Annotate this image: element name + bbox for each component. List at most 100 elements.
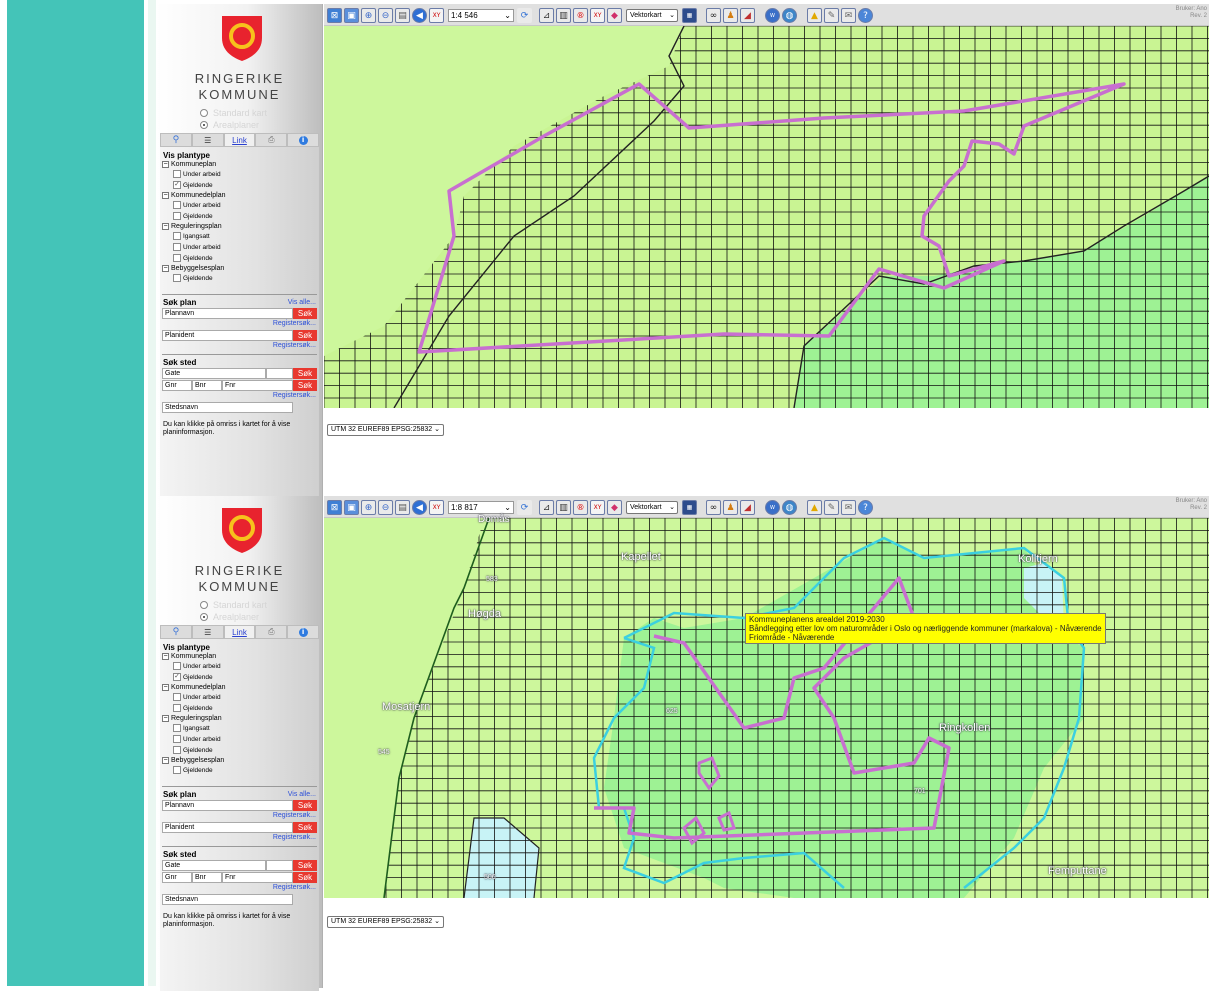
xy-icon[interactable]: XY xyxy=(429,8,444,23)
document-icon[interactable]: ▥ xyxy=(556,500,571,515)
zoom-in-icon[interactable]: ⊕ xyxy=(361,8,376,23)
checkbox-icon[interactable] xyxy=(173,662,181,670)
tree-bebyggelsesplan[interactable]: − Bebyggelsesplan xyxy=(162,265,224,272)
tree-kommunedelplan[interactable]: − Kommunedelplan xyxy=(162,684,225,691)
tab-link[interactable]: Link xyxy=(223,133,256,147)
map-option-standard[interactable]: Standard kart xyxy=(200,600,267,610)
map-option-arealplaner[interactable]: Arealplaner xyxy=(200,612,259,622)
collapse-icon[interactable]: − xyxy=(162,192,169,199)
gate-number-input[interactable] xyxy=(266,368,293,379)
radio-icon[interactable] xyxy=(200,109,208,117)
measure-icon[interactable]: ⊿ xyxy=(539,500,554,515)
back-icon[interactable]: ◀ xyxy=(412,500,427,515)
xy-icon[interactable]: XY xyxy=(429,500,444,515)
planident-input[interactable]: Planident xyxy=(162,330,293,341)
wms-icon[interactable]: W xyxy=(765,500,780,515)
eraser-icon[interactable]: ◆ xyxy=(607,8,622,23)
tab-info[interactable]: i xyxy=(287,133,319,147)
stedsnavn-input[interactable]: Stedsnavn xyxy=(162,402,293,413)
bnr-input[interactable]: Bnr xyxy=(192,872,222,883)
tab-print[interactable]: ⎙ xyxy=(255,133,288,147)
checkbox-icon[interactable] xyxy=(173,724,181,732)
checkbox-kp-gjeldende[interactable]: ✓ Gjeldende xyxy=(173,673,213,681)
collapse-icon[interactable]: − xyxy=(162,715,169,722)
checkbox-kdp-under[interactable]: Under arbeid xyxy=(173,201,221,209)
checkbox-bp-gjeldende[interactable]: Gjeldende xyxy=(173,766,213,774)
map-option-standard[interactable]: Standard kart xyxy=(200,108,267,118)
checkbox-rp-under[interactable]: Under arbeid xyxy=(173,735,221,743)
collapse-icon[interactable]: − xyxy=(162,684,169,691)
checkbox-kdp-gjeldende[interactable]: Gjeldende xyxy=(173,212,213,220)
zoom-out-icon[interactable]: ⊖ xyxy=(378,500,393,515)
sok-plannavn-button[interactable]: Søk xyxy=(293,308,317,319)
measure-icon[interactable]: ⊿ xyxy=(539,8,554,23)
tree-reguleringsplan[interactable]: − Reguleringsplan xyxy=(162,715,222,722)
checkbox-icon[interactable] xyxy=(173,746,181,754)
checkbox-checked-icon[interactable]: ✓ xyxy=(173,673,181,681)
lock-icon[interactable]: ▲ xyxy=(807,8,822,23)
checkbox-icon[interactable] xyxy=(173,232,181,240)
collapse-icon[interactable]: − xyxy=(162,757,169,764)
checkbox-rp-gjeldende[interactable]: Gjeldende xyxy=(173,254,213,262)
zoom-box-icon[interactable]: ▣ xyxy=(344,8,359,23)
tab-link[interactable]: Link xyxy=(223,625,256,639)
help-icon[interactable]: ? xyxy=(858,8,873,23)
sok-planident-button[interactable]: Søk xyxy=(293,822,317,833)
checkbox-kp-under[interactable]: Under arbeid xyxy=(173,662,221,670)
tab-print[interactable]: ⎙ xyxy=(255,625,288,639)
checkbox-rp-igangsatt[interactable]: Igangsatt xyxy=(173,724,210,732)
checkbox-rp-igangsatt[interactable]: Igangsatt xyxy=(173,232,210,240)
edit-icon[interactable]: ✎ xyxy=(824,500,839,515)
refresh-icon[interactable]: ⟳ xyxy=(517,500,532,515)
collapse-icon[interactable]: − xyxy=(162,265,169,272)
registersok-link[interactable]: Registersøk... xyxy=(273,342,316,349)
radio-checked-icon[interactable] xyxy=(200,121,208,129)
sok-gate-button[interactable]: Søk xyxy=(293,368,317,379)
tree-reguleringsplan[interactable]: − Reguleringsplan xyxy=(162,223,222,230)
back-icon[interactable]: ◀ xyxy=(412,8,427,23)
tab-layers[interactable]: ☰ xyxy=(191,625,224,639)
globe-icon[interactable]: ◍ xyxy=(782,8,797,23)
plannavn-input[interactable]: Plannavn xyxy=(162,800,293,811)
tab-layers[interactable]: ☰ xyxy=(191,133,224,147)
bnr-input[interactable]: Bnr xyxy=(192,380,222,391)
rights-icon[interactable]: ® xyxy=(573,8,588,23)
plannavn-input[interactable]: Plannavn xyxy=(162,308,293,319)
fnr-input[interactable]: Fnr xyxy=(222,872,293,883)
checkbox-kdp-under[interactable]: Under arbeid xyxy=(173,693,221,701)
radio-checked-icon[interactable] xyxy=(200,613,208,621)
xy2-icon[interactable]: XY xyxy=(590,500,605,515)
edit-icon[interactable]: ✎ xyxy=(824,8,839,23)
checkbox-kp-gjeldende[interactable]: ✓ Gjeldende xyxy=(173,181,213,189)
wms-icon[interactable]: W xyxy=(765,8,780,23)
registersok-link[interactable]: Registersøk... xyxy=(273,812,316,819)
person-icon[interactable]: ♟ xyxy=(723,8,738,23)
layer-select[interactable]: Vektorkart ⌄ xyxy=(626,9,678,22)
gate-input[interactable]: Gate xyxy=(162,368,266,379)
checkbox-rp-under[interactable]: Under arbeid xyxy=(173,243,221,251)
scale-select[interactable]: 1:8 817 ⌄ xyxy=(448,501,514,514)
registersok-link[interactable]: Registersøk... xyxy=(273,320,316,327)
map-option-arealplaner[interactable]: Arealplaner xyxy=(200,120,259,130)
zoom-extent-icon[interactable]: ⊠ xyxy=(327,500,342,515)
collapse-icon[interactable]: − xyxy=(162,223,169,230)
gnr-input[interactable]: Gnr xyxy=(162,380,192,391)
checkbox-bp-gjeldende[interactable]: Gjeldende xyxy=(173,274,213,282)
layer-select[interactable]: Vektorkart ⌄ xyxy=(626,501,678,514)
checkbox-icon[interactable] xyxy=(173,704,181,712)
help-icon[interactable]: ? xyxy=(858,500,873,515)
projection-select[interactable]: UTM 32 EUREF89 EPSG:25832 ⌄ xyxy=(327,916,444,928)
radio-icon[interactable] xyxy=(200,601,208,609)
checkbox-icon[interactable] xyxy=(173,212,181,220)
tree-kommunedelplan[interactable]: − Kommunedelplan xyxy=(162,192,225,199)
sok-gate-button[interactable]: Søk xyxy=(293,860,317,871)
binoculars-icon[interactable]: ∞ xyxy=(706,500,721,515)
zoom-box-icon[interactable]: ▣ xyxy=(344,500,359,515)
collapse-icon[interactable]: − xyxy=(162,653,169,660)
fnr-input[interactable]: Fnr xyxy=(222,380,293,391)
scale-select[interactable]: 1:4 546 ⌄ xyxy=(448,9,514,22)
layer-icon[interactable]: ▦ xyxy=(682,8,697,23)
eraser-icon[interactable]: ◆ xyxy=(607,500,622,515)
vis-alle-link[interactable]: Vis alle... xyxy=(288,791,316,798)
sok-gnr-button[interactable]: Søk xyxy=(293,380,317,391)
